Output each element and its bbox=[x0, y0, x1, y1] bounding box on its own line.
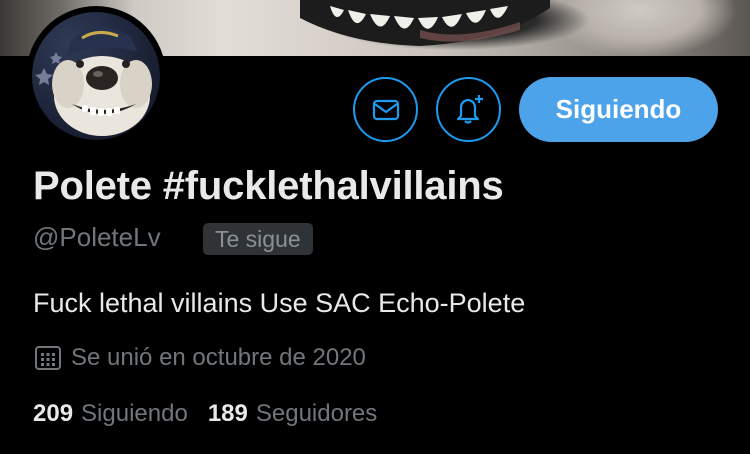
following-label: Siguiendo bbox=[81, 400, 188, 427]
avatar-dog-image bbox=[35, 27, 152, 136]
following-button[interactable]: Siguiendo bbox=[519, 77, 718, 142]
notifications-button[interactable] bbox=[436, 77, 501, 142]
banner-dog-teeth bbox=[300, 0, 550, 46]
followers-stat-link[interactable]: 189 Seguidores bbox=[208, 400, 377, 428]
message-button[interactable] bbox=[353, 77, 418, 142]
followers-count: 189 bbox=[207, 400, 248, 427]
join-date: Se unió en octubre de 2020 bbox=[33, 343, 366, 373]
calendar-icon bbox=[35, 346, 61, 370]
following-count: 209 bbox=[33, 400, 74, 427]
follow-stats: 209 Siguiendo 189 Seguidores bbox=[33, 400, 377, 428]
avatar[interactable] bbox=[32, 12, 160, 140]
followers-label: Seguidores bbox=[255, 400, 378, 427]
profile-page: Siguiendo Polete #fucklethalvillains @Po… bbox=[0, 0, 750, 454]
display-name: Polete #fucklethalvillains bbox=[33, 164, 504, 208]
mail-icon bbox=[372, 99, 399, 120]
bell-plus-icon bbox=[456, 94, 483, 124]
following-stat-link[interactable]: 209 Siguiendo bbox=[33, 400, 188, 428]
user-handle: @PoleteLv bbox=[33, 222, 161, 252]
follows-you-badge: Te sigue bbox=[203, 223, 313, 255]
join-date-text: Se unió en octubre de 2020 bbox=[71, 344, 366, 371]
profile-bio: Fuck lethal villains Use SAC Echo-Polete bbox=[33, 288, 526, 318]
